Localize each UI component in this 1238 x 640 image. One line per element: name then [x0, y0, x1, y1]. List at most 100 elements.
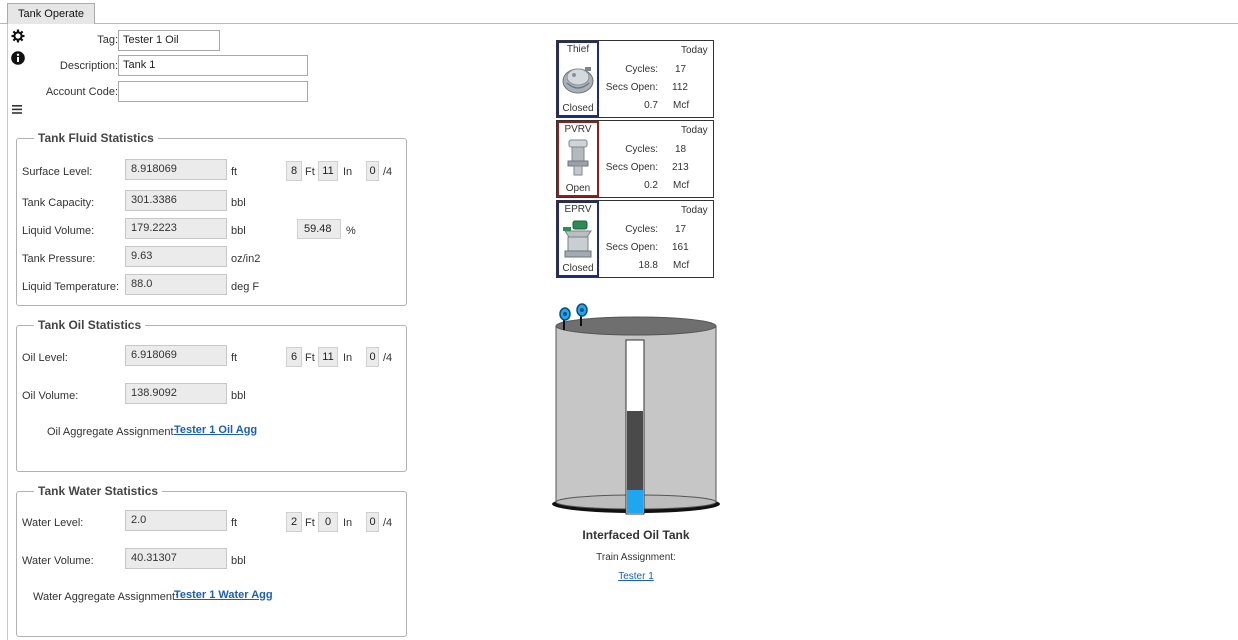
tank-pressure-field: 9.63 — [125, 246, 227, 267]
eprv-cycles-value: 17 — [675, 224, 687, 235]
water-level-unit: ft — [231, 517, 238, 529]
water-aggregate-assignment-link[interactable]: Tester 1 Water Agg — [174, 589, 273, 601]
tank-pressure-label: Tank Pressure: — [22, 253, 96, 265]
surface-level-inches-label: In — [343, 166, 353, 178]
thief-cycles-label: Cycles: — [625, 64, 658, 75]
thief-hatch-icon — [561, 57, 595, 100]
oil-level-fraction-field: 0 — [366, 347, 379, 367]
liquid-volume-field: 179.2223 — [125, 218, 227, 239]
eprv-period: Today — [681, 205, 708, 216]
water-volume-unit: bbl — [231, 555, 246, 567]
tank-water-statistics-title: Tank Water Statistics — [34, 484, 163, 498]
tank-capacity-unit: bbl — [231, 197, 246, 209]
tag-label: Tag: — [97, 34, 118, 46]
train-assignment-link-wrap: Tester 1 — [548, 570, 724, 582]
oil-volume-label: Oil Volume: — [22, 390, 79, 402]
liquid-temperature-field: 88.0 — [125, 274, 227, 295]
pvrv-cycles-label: Cycles: — [625, 144, 658, 155]
tank-title: Interfaced Oil Tank — [582, 528, 690, 542]
thief-volume-value: 0.7 — [644, 100, 658, 111]
surface-level-feet-field: 8 — [286, 161, 302, 181]
surface-level-unit: ft — [231, 166, 238, 178]
eprv-valve-name: EPRV — [564, 204, 592, 215]
level-gauge-oil-fill — [627, 411, 643, 490]
liquid-volume-percent-field: 59.48 — [297, 219, 341, 239]
water-level-label: Water Level: — [22, 517, 84, 529]
thief-secs-open-label: Secs Open: — [605, 82, 658, 93]
oil-level-inches-label: In — [343, 352, 353, 364]
surface-level-label: Surface Level: — [22, 166, 93, 178]
pvrv-valve-icon — [565, 138, 591, 181]
oil-level-feet-field: 6 — [286, 347, 302, 367]
water-level-inches-field: 0 — [318, 512, 338, 532]
oil-volume-unit: bbl — [231, 390, 246, 402]
surface-level-field: 8.918069 — [125, 159, 227, 180]
tank-capacity-field: 301.3386 — [125, 190, 227, 211]
level-gauge-water-fill — [627, 490, 643, 513]
pvrv-volume-unit: Mcf — [673, 180, 690, 191]
surface-level-feet-label: Ft — [305, 166, 315, 178]
tank-fluid-statistics-title: Tank Fluid Statistics — [34, 131, 158, 145]
hamburger-icon[interactable] — [12, 105, 22, 114]
water-volume-label: Water Volume: — [22, 555, 94, 567]
account-code-input[interactable] — [118, 81, 308, 102]
pvrv-secs-open-label: Secs Open: — [605, 162, 658, 173]
eprv-secs-open-value: 161 — [672, 242, 689, 253]
water-level-feet-field: 2 — [286, 512, 302, 532]
thief-cycles-value: 17 — [675, 64, 687, 75]
pvrv-valve-status: Open — [565, 183, 591, 194]
thief-secs-open-value: 112 — [672, 82, 688, 93]
oil-volume-field: 138.9092 — [125, 383, 227, 404]
water-level-feet-label: Ft — [305, 517, 315, 529]
surface-level-fraction-field: 0 — [366, 161, 379, 181]
description-label: Description: — [59, 60, 118, 72]
liquid-temperature-unit: deg F — [231, 281, 260, 293]
pvrv-valve-name: PVRV — [564, 124, 592, 135]
interfaced-oil-tank-graphic — [548, 300, 724, 522]
train-assignment-link[interactable]: Tester 1 — [618, 571, 654, 582]
liquid-volume-unit: bbl — [231, 225, 246, 237]
liquid-volume-label: Liquid Volume: — [22, 225, 95, 237]
info-icon[interactable] — [11, 51, 25, 65]
surface-level-fraction-label: /4 — [383, 166, 393, 178]
liquid-temperature-label: Liquid Temperature: — [22, 281, 120, 293]
oil-aggregate-assignment-label: Oil Aggregate Assignment: — [47, 426, 177, 438]
train-assignment-label: Train Assignment: — [596, 552, 676, 563]
oil-level-feet-label: Ft — [305, 352, 315, 364]
eprv-valve-status: Closed — [562, 263, 594, 274]
oil-level-field: 6.918069 — [125, 345, 227, 366]
pvrv-volume-value: 0.2 — [644, 180, 658, 191]
water-aggregate-assignment-label: Water Aggregate Assignment: — [33, 591, 179, 603]
tank-capacity-label: Tank Capacity: — [22, 197, 95, 209]
liquid-volume-percent-label: % — [346, 225, 356, 237]
eprv-volume-value: 18.8 — [638, 260, 658, 271]
thief-period: Today — [681, 45, 708, 56]
tab-strip — [0, 0, 1238, 24]
thief-volume-unit: Mcf — [673, 100, 690, 111]
thief-valve-name: Thief — [566, 44, 590, 55]
eprv-secs-open-label: Secs Open: — [605, 242, 658, 253]
description-input[interactable]: Tank 1 — [118, 55, 308, 76]
oil-level-inches-field: 11 — [318, 347, 338, 367]
pvrv-period: Today — [681, 125, 708, 136]
eprv-valve-icon — [561, 217, 595, 264]
oil-level-fraction-label: /4 — [383, 352, 393, 364]
water-level-fraction-label: /4 — [383, 517, 393, 529]
thief-valve-status: Closed — [562, 103, 594, 114]
oil-level-label: Oil Level: — [22, 352, 68, 364]
account-code-label: Account Code: — [45, 86, 118, 98]
oil-aggregate-assignment-link[interactable]: Tester 1 Oil Agg — [174, 424, 257, 436]
gear-icon[interactable] — [11, 29, 25, 43]
tank-pressure-unit: oz/in2 — [231, 253, 261, 265]
frame-left-border — [7, 24, 8, 640]
pvrv-secs-open-value: 213 — [672, 162, 689, 173]
tank-oil-statistics-title: Tank Oil Statistics — [34, 318, 146, 332]
eprv-cycles-label: Cycles: — [625, 224, 658, 235]
water-volume-field: 40.31307 — [125, 548, 227, 569]
water-level-fraction-field: 0 — [366, 512, 379, 532]
water-level-inches-label: In — [343, 517, 353, 529]
tab-tank-operate[interactable]: Tank Operate — [7, 3, 95, 24]
oil-level-unit: ft — [231, 352, 238, 364]
tag-input[interactable]: Tester 1 Oil — [118, 30, 220, 51]
pvrv-cycles-value: 18 — [675, 144, 687, 155]
